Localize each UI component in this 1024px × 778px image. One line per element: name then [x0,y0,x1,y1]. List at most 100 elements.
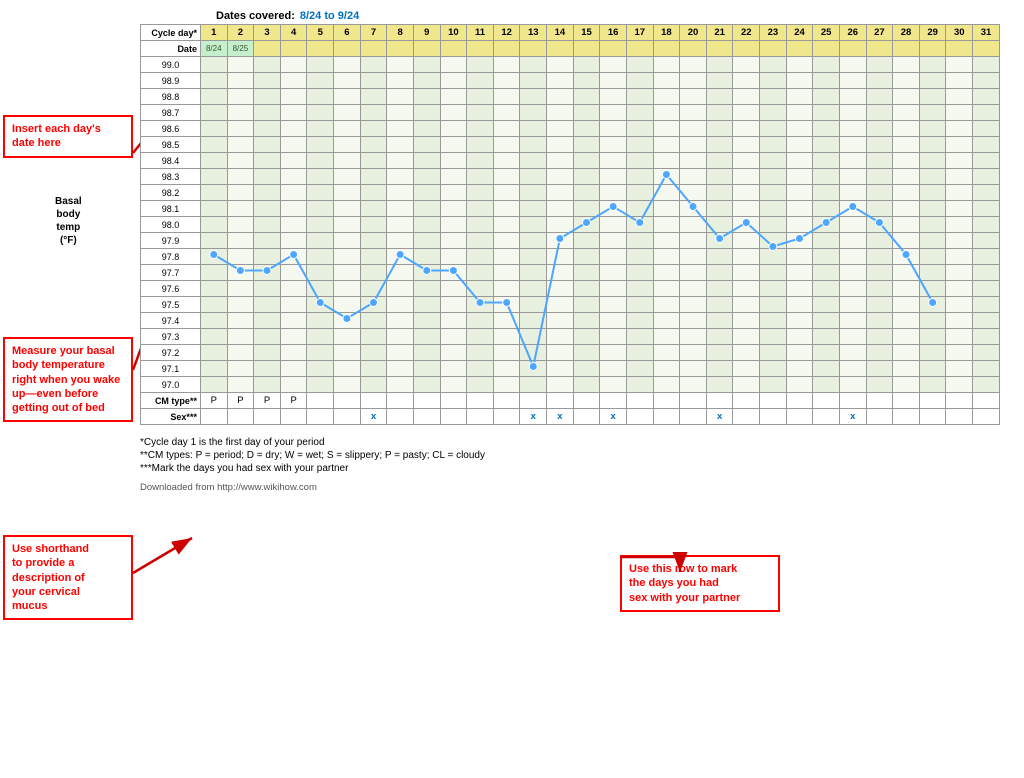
temp-cell-99.0-day-14[interactable] [547,57,574,73]
temp-cell-98.2-day-25[interactable] [813,185,840,201]
temp-cell-98.8-day-1[interactable] [200,89,227,105]
temp-cell-97.0-day-20[interactable] [680,377,707,393]
temp-cell-97.3-day-3[interactable] [254,329,281,345]
temp-cell-98.0-day-2[interactable] [227,217,254,233]
cm-23[interactable] [760,393,787,409]
temp-cell-97.1-day-11[interactable] [467,361,494,377]
temp-cell-97.7-day-23[interactable] [760,265,787,281]
temp-cell-98.9-day-18[interactable] [653,73,680,89]
date-30[interactable] [946,41,973,57]
temp-cell-97.3-day-5[interactable] [307,329,334,345]
temp-cell-98.2-day-1[interactable] [200,185,227,201]
temp-cell-97.4-day-16[interactable] [600,313,627,329]
temp-cell-98.2-day-11[interactable] [467,185,494,201]
temp-cell-98.8-day-10[interactable] [440,89,467,105]
temp-cell-99.0-day-24[interactable] [786,57,813,73]
sex-5[interactable] [307,409,334,425]
temp-cell-98.0-day-15[interactable] [573,217,600,233]
temp-cell-97.4-day-18[interactable] [653,313,680,329]
temp-cell-97.9-day-28[interactable] [893,233,920,249]
cm-24[interactable] [786,393,813,409]
temp-cell-97.6-day-31[interactable] [973,281,1000,297]
temp-cell-97.2-day-25[interactable] [813,345,840,361]
temp-cell-97.5-day-29[interactable] [919,297,946,313]
date-1[interactable]: 8/24 [200,41,227,57]
temp-cell-98.3-day-25[interactable] [813,169,840,185]
temp-cell-98.1-day-27[interactable] [866,201,893,217]
temp-cell-97.5-day-28[interactable] [893,297,920,313]
temp-cell-98.6-day-7[interactable] [360,121,387,137]
temp-cell-98.5-day-14[interactable] [547,137,574,153]
temp-cell-98.9-day-24[interactable] [786,73,813,89]
temp-cell-97.8-day-29[interactable] [919,249,946,265]
temp-cell-97.9-day-22[interactable] [733,233,760,249]
temp-cell-98.3-day-8[interactable] [387,169,414,185]
sex-1[interactable] [200,409,227,425]
temp-cell-98.9-day-4[interactable] [280,73,307,89]
temp-cell-98.4-day-10[interactable] [440,153,467,169]
temp-cell-98.3-day-9[interactable] [413,169,440,185]
temp-cell-98.6-day-30[interactable] [946,121,973,137]
temp-cell-97.3-day-25[interactable] [813,329,840,345]
temp-cell-97.9-day-20[interactable] [680,233,707,249]
temp-cell-98.9-day-7[interactable] [360,73,387,89]
cm-17[interactable] [626,393,653,409]
temp-cell-97.1-day-30[interactable] [946,361,973,377]
temp-cell-98.9-day-6[interactable] [334,73,361,89]
temp-cell-98.9-day-13[interactable] [520,73,547,89]
temp-cell-98.3-day-7[interactable] [360,169,387,185]
temp-cell-98.5-day-5[interactable] [307,137,334,153]
temp-cell-98.5-day-23[interactable] [760,137,787,153]
temp-cell-99.0-day-11[interactable] [467,57,494,73]
temp-cell-99.0-day-4[interactable] [280,57,307,73]
temp-cell-97.8-day-27[interactable] [866,249,893,265]
temp-cell-97.1-day-14[interactable] [547,361,574,377]
temp-cell-97.1-day-31[interactable] [973,361,1000,377]
temp-cell-98.7-day-12[interactable] [493,105,520,121]
temp-cell-97.0-day-4[interactable] [280,377,307,393]
date-23[interactable] [760,41,787,57]
temp-cell-98.1-day-20[interactable] [680,201,707,217]
temp-cell-97.2-day-8[interactable] [387,345,414,361]
temp-cell-97.9-day-11[interactable] [467,233,494,249]
temp-cell-97.7-day-11[interactable] [467,265,494,281]
temp-cell-98.8-day-15[interactable] [573,89,600,105]
temp-cell-97.6-day-21[interactable] [706,281,733,297]
temp-cell-97.5-day-3[interactable] [254,297,281,313]
temp-cell-98.2-day-14[interactable] [547,185,574,201]
temp-cell-97.4-day-8[interactable] [387,313,414,329]
temp-cell-98.8-day-25[interactable] [813,89,840,105]
temp-cell-97.0-day-3[interactable] [254,377,281,393]
date-16[interactable] [600,41,627,57]
temp-cell-97.0-day-12[interactable] [493,377,520,393]
temp-cell-97.0-day-13[interactable] [520,377,547,393]
temp-cell-97.7-day-21[interactable] [706,265,733,281]
temp-cell-98.2-day-22[interactable] [733,185,760,201]
date-20[interactable] [680,41,707,57]
temp-cell-97.8-day-2[interactable] [227,249,254,265]
temp-cell-97.8-day-4[interactable] [280,249,307,265]
temp-cell-97.7-day-29[interactable] [919,265,946,281]
temp-cell-97.9-day-30[interactable] [946,233,973,249]
temp-cell-98.7-day-30[interactable] [946,105,973,121]
temp-cell-98.4-day-18[interactable] [653,153,680,169]
cm-12[interactable] [493,393,520,409]
temp-cell-98.1-day-26[interactable] [839,201,866,217]
temp-cell-98.8-day-4[interactable] [280,89,307,105]
sex-9[interactable] [413,409,440,425]
temp-cell-98.7-day-22[interactable] [733,105,760,121]
temp-cell-97.5-day-31[interactable] [973,297,1000,313]
temp-cell-99.0-day-6[interactable] [334,57,361,73]
date-10[interactable] [440,41,467,57]
date-14[interactable] [547,41,574,57]
temp-cell-99.0-day-21[interactable] [706,57,733,73]
temp-cell-97.5-day-30[interactable] [946,297,973,313]
temp-cell-98.6-day-16[interactable] [600,121,627,137]
cm-3[interactable]: P [254,393,281,409]
temp-cell-98.9-day-17[interactable] [626,73,653,89]
temp-cell-98.4-day-15[interactable] [573,153,600,169]
temp-cell-97.3-day-21[interactable] [706,329,733,345]
temp-cell-98.6-day-8[interactable] [387,121,414,137]
temp-cell-97.4-day-20[interactable] [680,313,707,329]
date-5[interactable] [307,41,334,57]
